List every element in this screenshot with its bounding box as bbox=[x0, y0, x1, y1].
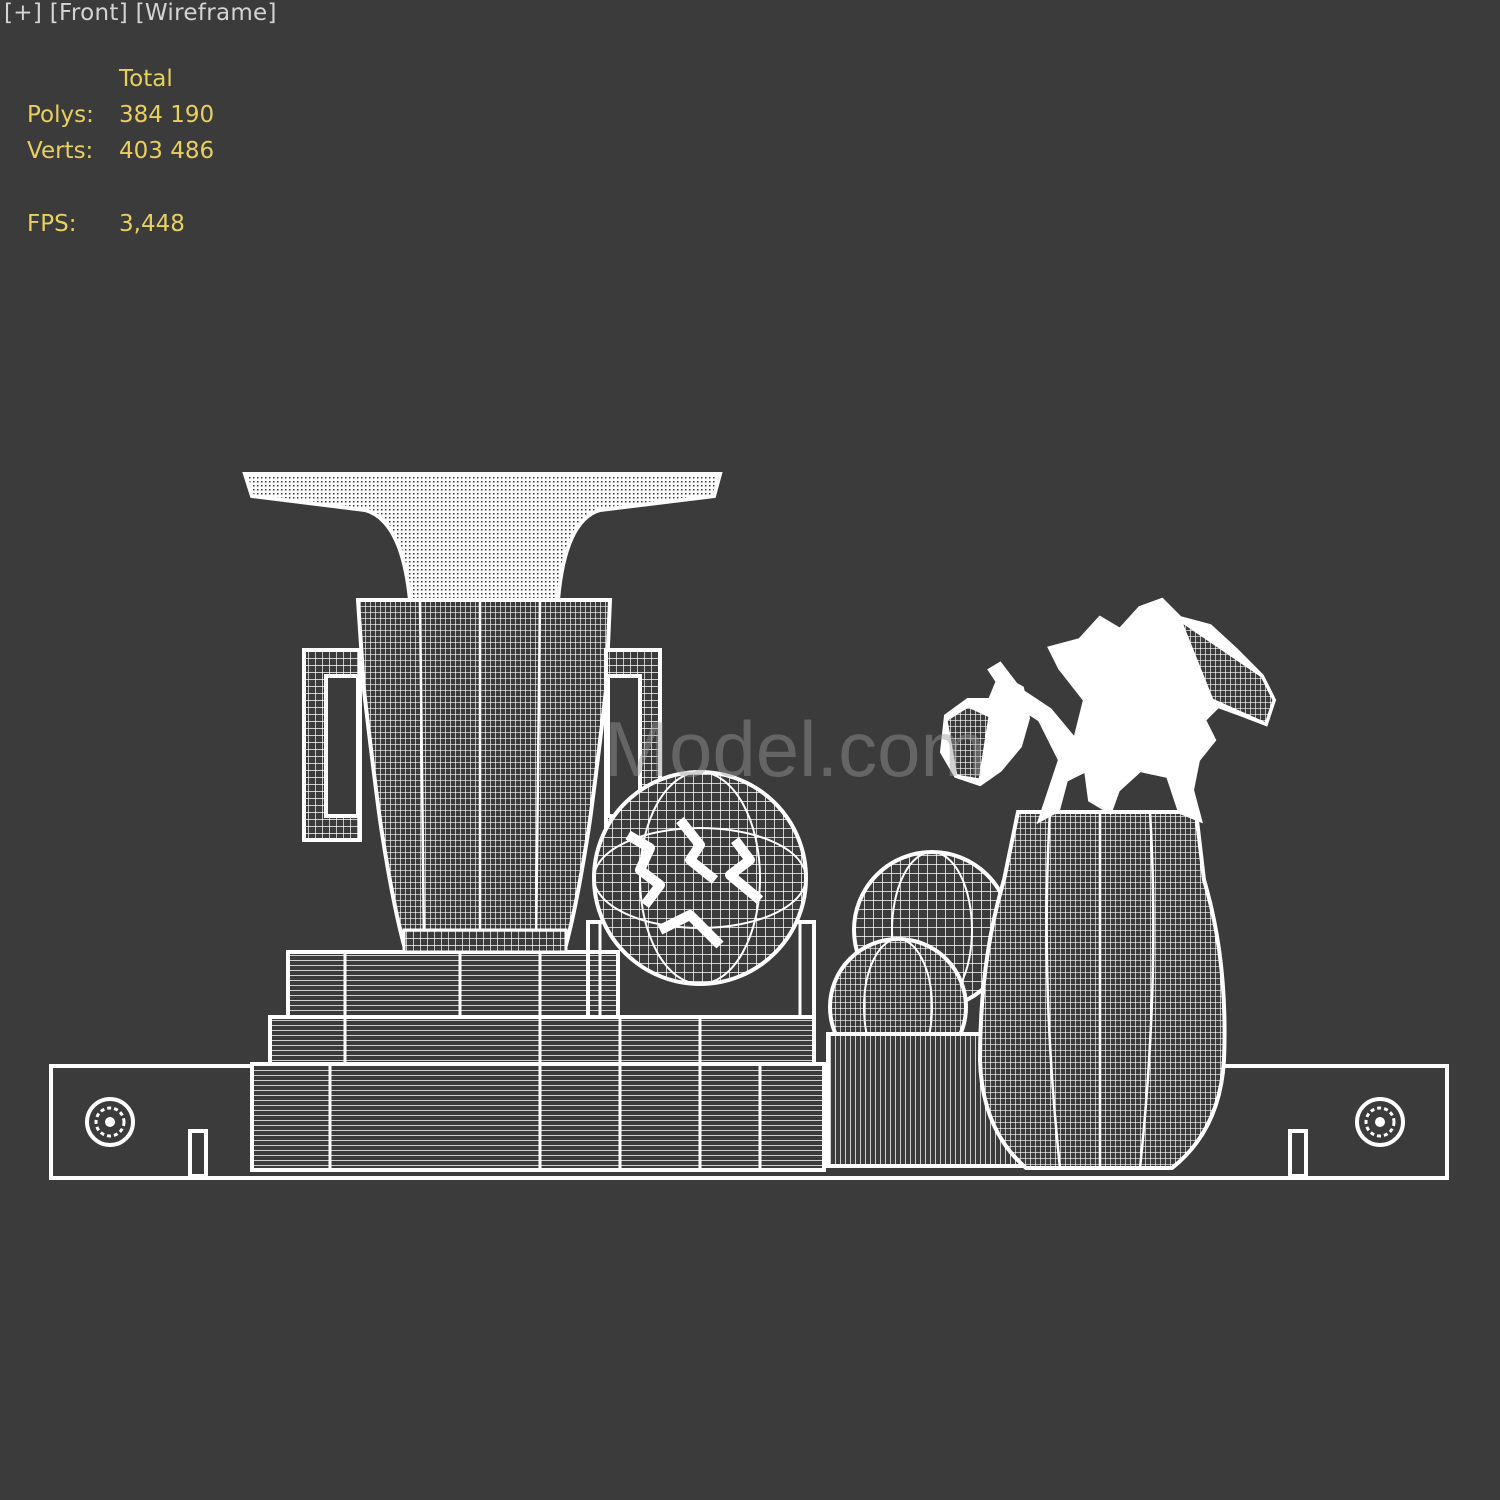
left-mount-screw-icon bbox=[85, 1097, 135, 1147]
large-wire-sphere bbox=[592, 770, 808, 986]
right-mount-screw-icon bbox=[1355, 1097, 1405, 1147]
wireframe-viewport[interactable]: [+] [Front] [Wireframe] Total Polys: 384… bbox=[0, 0, 1500, 1500]
watermark-text: Model.com bbox=[604, 705, 985, 793]
bud-vase bbox=[977, 810, 1227, 1170]
wireframe-scene: Model.com bbox=[49, 472, 1449, 1180]
flower-arrangement bbox=[939, 597, 1277, 825]
